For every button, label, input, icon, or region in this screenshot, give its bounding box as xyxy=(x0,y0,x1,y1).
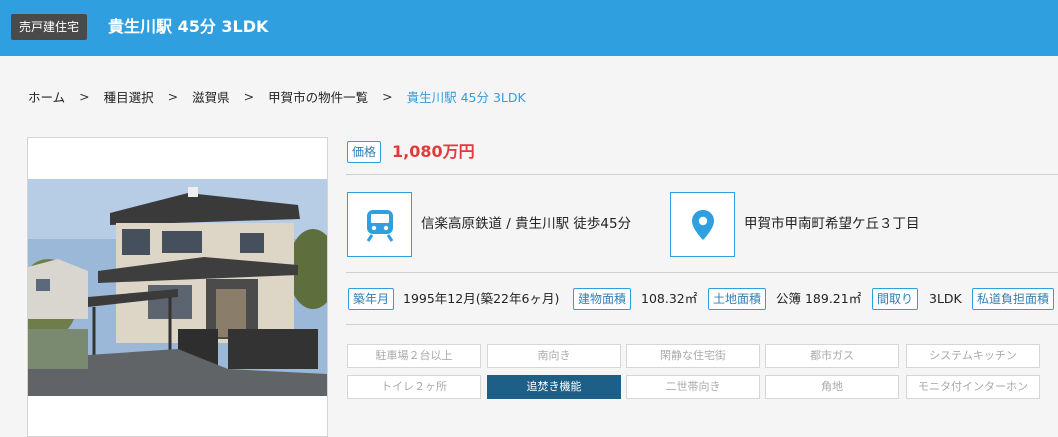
breadcrumb-category[interactable]: 種目選択 xyxy=(104,87,154,106)
breadcrumb-city-list[interactable]: 甲賀市の物件一覧 xyxy=(268,87,368,106)
divider xyxy=(346,174,1058,175)
breadcrumb: ホーム > 種目選択 > 滋賀県 > 甲賀市の物件一覧 > 貴生川駅 45分 3… xyxy=(28,86,526,106)
location-icon-box xyxy=(670,192,735,257)
address-text: 甲賀市甲南町希望ケ丘３丁目 xyxy=(744,216,920,232)
land-area-value: 公簿 189.21㎡ xyxy=(776,291,862,306)
layout-label-tag: 間取り xyxy=(872,288,919,310)
feature-chip: 角地 xyxy=(765,375,899,399)
building-area-value: 108.32㎡ xyxy=(641,291,698,306)
train-icon xyxy=(366,209,393,242)
built-date-value: 1995年12月(築22年6ヶ月) xyxy=(403,291,560,306)
feature-chip: 二世帯向き xyxy=(626,375,760,399)
feature-chip: 閑静な住宅街 xyxy=(626,344,760,368)
station-access-text: 信楽高原鉄道 / 貴生川駅 徒歩45分 xyxy=(421,216,632,232)
breadcrumb-home[interactable]: ホーム xyxy=(28,87,65,106)
breadcrumb-separator: > xyxy=(79,88,90,104)
property-type-badge: 売戸建住宅 xyxy=(11,14,88,40)
feature-chip-active: 追焚き機能 xyxy=(487,375,621,399)
breadcrumb-separator: > xyxy=(167,88,179,104)
breadcrumb-separator: > xyxy=(243,88,255,104)
divider xyxy=(346,324,1058,325)
feature-chip: 都市ガス xyxy=(765,344,899,368)
layout-value: 3LDK xyxy=(929,291,962,306)
property-photo-frame[interactable] xyxy=(27,137,328,437)
feature-chip: 駐車場２台以上 xyxy=(347,344,481,368)
feature-chip: トイレ２ヶ所 xyxy=(347,375,481,399)
price-value: 1,080万円 xyxy=(392,142,475,161)
train-icon-box xyxy=(347,192,412,257)
breadcrumb-prefecture[interactable]: 滋賀県 xyxy=(192,87,230,106)
breadcrumb-separator: > xyxy=(382,88,393,104)
feature-chip: システムキッチン xyxy=(906,344,1040,368)
divider xyxy=(346,272,1058,273)
header-bar: 売戸建住宅 貴生川駅 45分 3LDK xyxy=(0,0,1058,56)
property-photo xyxy=(28,179,327,396)
private-road-label-tag: 私道負担面積 xyxy=(972,288,1055,310)
building-area-label-tag: 建物面積 xyxy=(573,288,632,310)
land-area-label-tag: 土地面積 xyxy=(708,288,767,310)
feature-chip: 南向き xyxy=(487,344,621,368)
page-title: 貴生川駅 45分 3LDK xyxy=(108,17,269,36)
feature-chip: モニタ付インターホン xyxy=(906,375,1040,399)
price-label-tag: 価格 xyxy=(347,141,382,163)
breadcrumb-current: 貴生川駅 45分 3LDK xyxy=(406,89,526,105)
built-date-label-tag: 築年月 xyxy=(348,288,395,310)
map-pin-icon xyxy=(691,209,714,240)
